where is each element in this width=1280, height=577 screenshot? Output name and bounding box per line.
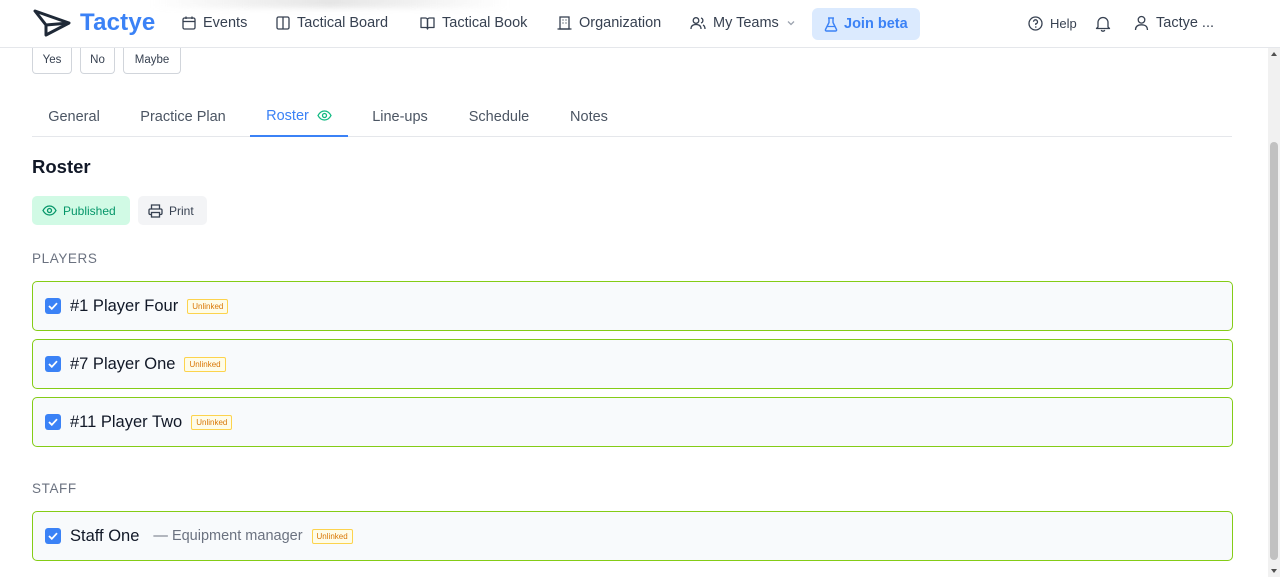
user-icon — [1134, 15, 1149, 31]
check-icon — [48, 302, 58, 310]
nav-events[interactable]: Events — [182, 0, 247, 46]
unlinked-badge: Unlinked — [191, 414, 233, 430]
player-row: #7 Player One Unlinked — [32, 339, 1233, 389]
tab-schedule[interactable]: Schedule — [452, 96, 546, 137]
yes-button[interactable]: Yes — [32, 47, 72, 74]
book-icon — [420, 17, 435, 30]
no-label: No — [90, 54, 105, 66]
nav-my-teams-label: My Teams — [713, 15, 779, 31]
tab-roster-label: Roster — [266, 107, 309, 124]
flask-icon — [824, 16, 838, 32]
unlinked-badge: Unlinked — [184, 356, 226, 372]
tab-practice-plan[interactable]: Practice Plan — [124, 96, 242, 137]
unlinked-badge: Unlinked — [311, 528, 353, 544]
player-row: #1 Player Four Unlinked — [32, 281, 1233, 331]
unlinked-badge: Unlinked — [187, 298, 229, 314]
maybe-label: Maybe — [134, 54, 170, 66]
help-circle-icon — [1028, 15, 1043, 31]
help-label: Help — [1050, 15, 1077, 31]
board-icon — [276, 16, 290, 30]
join-beta-label: Join beta — [844, 16, 908, 32]
nav-tactical-book-label: Tactical Book — [442, 15, 528, 31]
staff-row: Staff One — Equipment manager Unlinked — [32, 511, 1233, 561]
scroll-up-arrow-icon[interactable] — [1271, 52, 1277, 56]
building-icon — [557, 16, 572, 30]
eye-icon — [317, 110, 332, 121]
eye-icon — [42, 205, 57, 216]
staff-role: — Equipment manager — [153, 528, 303, 544]
tab-notes[interactable]: Notes — [556, 96, 622, 137]
join-beta-button[interactable]: Join beta — [812, 8, 920, 40]
tab-schedule-label: Schedule — [468, 108, 530, 125]
player-name: #11 Player Two — [70, 412, 183, 431]
no-button[interactable]: No — [80, 47, 115, 74]
bell-icon — [1095, 16, 1111, 32]
check-icon — [48, 418, 58, 426]
nav-tactical-book[interactable]: Tactical Book — [420, 0, 527, 46]
tab-line-ups[interactable]: Line-ups — [358, 96, 442, 137]
tactye-logo-icon — [33, 9, 71, 37]
scrollbar-thumb[interactable] — [1270, 142, 1278, 560]
tab-general-label: General — [48, 108, 100, 125]
player-name: #7 Player One — [70, 354, 176, 373]
event-tabs: General Practice Plan Roster Line-ups Sc… — [32, 96, 1232, 137]
nav-my-teams[interactable]: My Teams — [690, 0, 796, 46]
player-checkbox[interactable] — [45, 298, 61, 314]
tactye-logo[interactable]: Tactye — [32, 8, 155, 38]
player-checkbox[interactable] — [45, 414, 61, 430]
yes-label: Yes — [42, 54, 62, 66]
maybe-button[interactable]: Maybe — [123, 47, 181, 74]
check-icon — [48, 360, 58, 368]
user-menu[interactable]: Tactye ... — [1134, 0, 1214, 46]
scroll-down-arrow-icon[interactable] — [1271, 569, 1277, 573]
chevron-down-icon — [787, 21, 795, 26]
top-navigation: Tactye Events Tactical Board Tactical Bo… — [0, 0, 1280, 48]
staff-checkbox[interactable] — [45, 528, 61, 544]
check-icon — [48, 532, 58, 540]
app-name: Tactye — [80, 9, 156, 36]
help-button[interactable]: Help — [1028, 0, 1077, 46]
tab-notes-label: Notes — [570, 108, 608, 125]
users-icon — [690, 17, 706, 30]
tab-line-ups-label: Line-ups — [372, 108, 428, 125]
published-label: Published — [63, 203, 116, 218]
nav-tactical-board-label: Tactical Board — [297, 15, 389, 31]
staff-heading: STAFF — [32, 481, 77, 496]
staff-name: Staff One — [70, 526, 140, 545]
tab-practice-plan-label: Practice Plan — [140, 108, 226, 125]
nav-organization[interactable]: Organization — [557, 0, 661, 46]
player-checkbox[interactable] — [45, 356, 61, 372]
tab-roster[interactable]: Roster — [250, 96, 348, 137]
roster-title: Roster — [32, 156, 91, 177]
nav-events-label: Events — [203, 15, 248, 31]
nav-organization-label: Organization — [579, 15, 662, 31]
print-button[interactable]: Print — [138, 196, 207, 225]
printer-icon — [148, 203, 163, 218]
notifications-button[interactable] — [1095, 0, 1111, 46]
nav-tactical-board[interactable]: Tactical Board — [276, 0, 388, 46]
user-name: Tactye ... — [1156, 15, 1215, 31]
tab-general[interactable]: General — [32, 96, 116, 137]
published-button[interactable]: Published — [32, 196, 130, 225]
print-label: Print — [169, 203, 194, 218]
player-name: #1 Player Four — [70, 296, 179, 315]
player-row: #11 Player Two Unlinked — [32, 397, 1233, 447]
players-heading: PLAYERS — [32, 251, 98, 266]
calendar-icon — [182, 16, 196, 30]
